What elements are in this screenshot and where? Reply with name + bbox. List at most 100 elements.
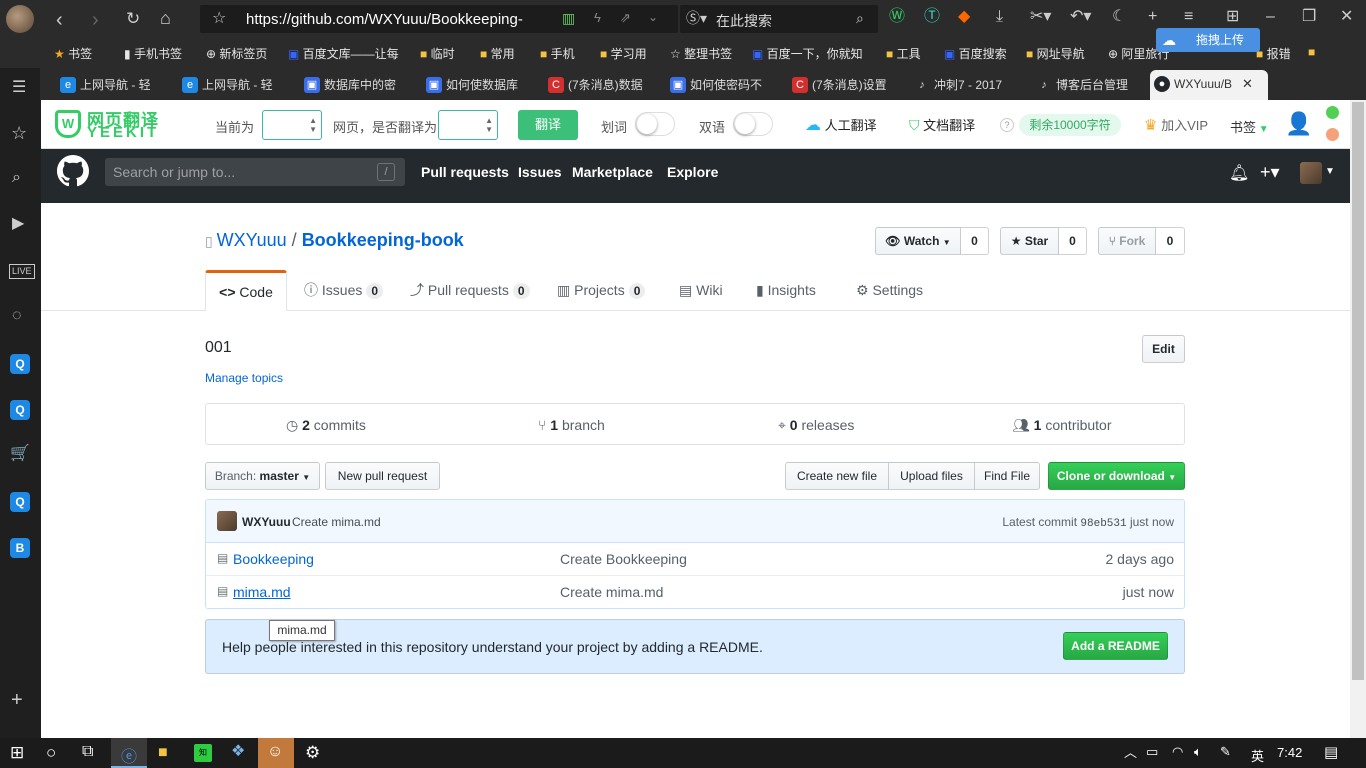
folder-icon[interactable]: ■ (1308, 45, 1315, 59)
tab-settings[interactable]: ⚙ Settings (856, 270, 923, 311)
doc-translate-link[interactable]: ⛉ 文档翻译 (909, 115, 975, 134)
add-readme-button[interactable]: Add a README (1063, 632, 1168, 660)
bookmark-item[interactable]: ■ 常用 (480, 45, 515, 62)
upload-badge[interactable]: ☁ 拖拽上传 (1156, 28, 1260, 52)
repo-name-link[interactable]: Bookkeeping-book (302, 230, 464, 250)
cortana-icon[interactable]: ○ (46, 744, 56, 761)
browser-tab[interactable]: ♪ 博客后台管理 (1032, 72, 1150, 98)
bookmark-item[interactable]: ■ 网址导航 (1026, 45, 1085, 62)
app-icon[interactable]: 知 (194, 744, 212, 762)
task-view-icon[interactable]: ⧉ (82, 744, 93, 760)
app-icon[interactable]: ❖ (231, 744, 245, 760)
search-icon[interactable]: ⌕ (12, 170, 21, 186)
user-avatar-icon[interactable]: 👤 (1285, 112, 1312, 136)
qq-icon[interactable]: Q (10, 400, 30, 420)
settings-gear-icon[interactable]: ⚙ (305, 744, 320, 761)
scissors-icon[interactable]: ✂▾ (1030, 9, 1051, 25)
shuqian-dropdown[interactable]: 书签 ▼ (1230, 117, 1269, 136)
live-icon[interactable]: LIVE (9, 264, 35, 279)
shuangyu-toggle[interactable] (733, 112, 773, 136)
night-mode-icon[interactable]: ☾ (1112, 9, 1126, 25)
tab-pull-requests[interactable]: ⤴ Pull requests 0 (410, 270, 530, 311)
download-icon[interactable]: ⤓ (996, 9, 1003, 25)
file-explorer-icon[interactable]: ■ (158, 745, 168, 761)
tab-insights[interactable]: ▮ Insights (756, 270, 816, 311)
github-search-input[interactable]: Search or jump to... / (105, 158, 405, 186)
bookmark-item[interactable]: ⊕ 新标签页 (206, 45, 267, 62)
game-icon[interactable]: ◆ (958, 9, 970, 25)
bookmark-item[interactable]: ■ 工具 (886, 45, 921, 62)
reader-icon[interactable]: ▥ (562, 11, 575, 25)
star-count[interactable]: 0 (1059, 227, 1087, 255)
status-green-icon[interactable] (1326, 106, 1339, 119)
bookmark-item[interactable]: ▮ 手机书签 (124, 45, 182, 62)
user-avatar[interactable] (1300, 162, 1322, 184)
bookmark-star-icon[interactable]: ☆ (212, 11, 226, 27)
lightning-icon[interactable]: ϟ (594, 11, 601, 24)
tab-code[interactable]: <> Code (205, 270, 287, 311)
file-commit-message[interactable]: Create mima.md (560, 584, 663, 600)
page-scrollbar[interactable] (1350, 100, 1366, 738)
battery-icon[interactable]: ▭ (1146, 745, 1158, 758)
browser-tab[interactable]: ▣ 如何使数据库 (422, 72, 540, 98)
active-app-icon[interactable]: ☺ (258, 738, 294, 768)
create-new-file-button[interactable]: Create new file (785, 462, 889, 490)
nav-explore[interactable]: Explore (667, 164, 718, 180)
browser-avatar[interactable] (6, 5, 34, 33)
browser-tab-active[interactable]: ● WXYuuu/B ✕ (1150, 70, 1268, 100)
commit-sha-link[interactable]: 98eb531 (1080, 518, 1126, 530)
wifi-icon[interactable]: ◠ (1172, 745, 1183, 758)
github-logo-icon[interactable] (57, 155, 89, 187)
tab-projects[interactable]: ▥ Projects 0 (557, 270, 646, 311)
browser-tab[interactable]: C (7条消息)设置 (788, 72, 906, 98)
browser-tab[interactable]: e 上网导航 - 轻 (56, 72, 174, 98)
pen-icon[interactable]: ✎ (1220, 745, 1231, 758)
commits-link[interactable]: ◷ 2 commits (286, 417, 366, 434)
find-file-button[interactable]: Find File (974, 462, 1040, 490)
browser-tab[interactable]: C (7条消息)数据 (544, 72, 662, 98)
maximize-icon[interactable]: ❐ (1302, 9, 1316, 25)
add-icon[interactable]: + (11, 690, 23, 710)
commit-message[interactable]: Create mima.md (292, 515, 381, 529)
tab-issues[interactable]: ⓘ Issues 0 (304, 270, 384, 311)
qq-icon[interactable]: Q (10, 354, 30, 374)
commit-author-avatar[interactable] (217, 511, 237, 531)
skin-icon[interactable]: ⊞ (1226, 9, 1239, 25)
file-name-link[interactable]: Bookkeeping (233, 551, 314, 567)
tab-wiki[interactable]: ▤ Wiki (679, 270, 723, 311)
back-icon[interactable]: ‹ (56, 10, 63, 30)
caret-down-icon[interactable]: ▼ (1325, 167, 1335, 177)
join-vip-link[interactable]: ♛ 加入VIP (1144, 115, 1208, 134)
home-icon[interactable]: ⌂ (160, 9, 171, 27)
nav-issues[interactable]: Issues (518, 164, 562, 180)
clone-or-download-button[interactable]: Clone or download ▼ (1048, 462, 1185, 490)
video-icon[interactable]: ▶ (12, 216, 24, 232)
nav-pull-requests[interactable]: Pull requests (421, 164, 509, 180)
releases-link[interactable]: ⌖ 0 releases (778, 417, 854, 434)
upload-files-button[interactable]: Upload files (888, 462, 975, 490)
new-tab-icon[interactable]: + (1148, 9, 1157, 25)
new-pull-request-button[interactable]: New pull request (325, 462, 440, 490)
help-icon[interactable]: ? (1000, 118, 1014, 132)
branch-select[interactable]: Branch: master ▼ (205, 462, 320, 490)
edit-button[interactable]: Edit (1142, 335, 1185, 363)
volume-icon[interactable]: 🔈︎ (1194, 745, 1202, 758)
list-icon[interactable]: ☰ (12, 80, 26, 96)
undo-icon[interactable]: ↶▾ (1070, 9, 1091, 25)
chat-icon[interactable]: ◌ (12, 308, 22, 324)
fork-count[interactable]: 0 (1156, 227, 1185, 255)
branches-link[interactable]: ⑂ 1 branch (538, 417, 605, 433)
search-box[interactable]: Ⓢ▾ 在此搜索 ⌕ (680, 5, 878, 33)
browser-tab[interactable]: e 上网导航 - 轻 (178, 72, 296, 98)
refresh-icon[interactable]: ↻ (126, 10, 140, 27)
bookmark-item[interactable]: ▣ 百度搜索 (944, 45, 1007, 62)
watch-button[interactable]: 👁︎ Watch ▼ (875, 227, 961, 255)
bookmark-item[interactable]: ■ 学习用 (600, 45, 647, 62)
bookmark-item[interactable]: ■ 临时 (420, 45, 455, 62)
bookmark-item[interactable]: ■ 报错 (1256, 45, 1291, 62)
dropdown-icon[interactable]: ⌄ (648, 11, 658, 23)
b-app-icon[interactable]: B (10, 538, 30, 558)
fork-button[interactable]: ⑂ Fork (1098, 227, 1156, 255)
star-button[interactable]: ★ Star (1000, 227, 1059, 255)
forward-icon[interactable]: › (92, 10, 99, 30)
